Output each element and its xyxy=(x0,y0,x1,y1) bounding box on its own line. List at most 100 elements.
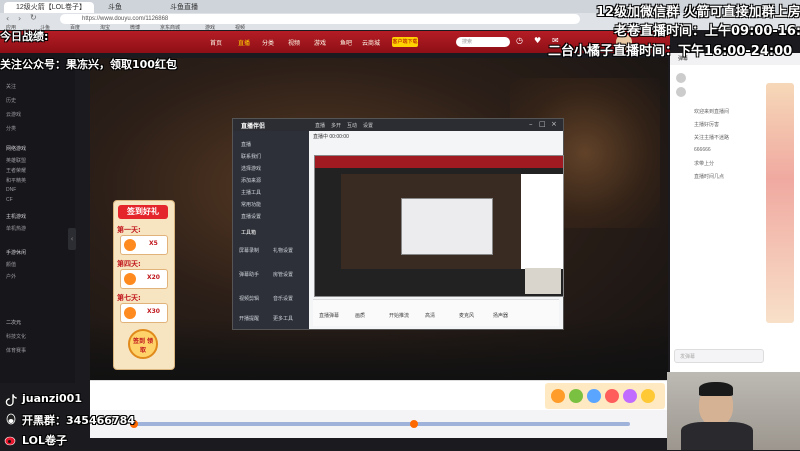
sign-day-label: 第七天: xyxy=(117,294,141,302)
browser-tab[interactable]: 斗鱼直播 xyxy=(158,2,218,13)
sign-in-button[interactable]: 签到 领取 xyxy=(128,329,158,359)
nav-fishbar[interactable]: 鱼吧 xyxy=(340,38,352,47)
room-info-bar xyxy=(90,410,668,438)
tool-item[interactable]: 礼物设置 xyxy=(273,247,293,254)
nav-category[interactable]: 分类 xyxy=(262,38,274,47)
browser-tab[interactable]: 斗鱼 xyxy=(96,2,156,13)
webcam-feed xyxy=(667,372,800,450)
minimize-icon[interactable]: – xyxy=(529,120,533,128)
toolbar-speaker[interactable]: 扬声器 xyxy=(493,312,508,319)
nav-games[interactable]: 游戏 xyxy=(314,38,326,47)
app-menu-item[interactable]: 设置 xyxy=(363,122,373,129)
sidebar-item[interactable]: 颜值 xyxy=(6,261,16,268)
tool-item[interactable]: 更多工具 xyxy=(273,315,293,322)
toolbar-hd[interactable]: 高清 xyxy=(425,312,435,319)
sidebar-item[interactable]: 主机游戏 xyxy=(6,213,26,220)
sidebar-item[interactable]: 历史 xyxy=(6,97,16,104)
maximize-icon[interactable]: □ xyxy=(539,120,546,128)
nav-home[interactable]: 首页 xyxy=(210,38,222,47)
sign-day-label: 第四天: xyxy=(117,260,141,268)
app-side-item[interactable]: 选择游戏 xyxy=(241,165,261,172)
sidebar-item[interactable]: 王者荣耀 xyxy=(6,167,26,174)
chat-message: 666666 xyxy=(694,147,711,153)
bookmark[interactable]: 游戏 xyxy=(205,24,215,31)
tool-item[interactable]: 房管设置 xyxy=(273,271,293,278)
gift-icon xyxy=(124,307,136,319)
toolbar-mic[interactable]: 麦克风 xyxy=(459,312,474,319)
gift-item-icon[interactable] xyxy=(569,389,583,403)
app-menu-item[interactable]: 多开 xyxy=(331,122,341,129)
back-icon[interactable]: ‹ xyxy=(6,14,9,23)
tiktok-icon xyxy=(4,392,18,407)
gift-bar xyxy=(90,380,668,411)
toolbar-danmu[interactable]: 直播弹幕 xyxy=(319,312,339,319)
bookmark[interactable]: 视频 xyxy=(235,24,245,31)
app-bottom-toolbar: 直播弹幕 画质 开始推流 高清 麦克风 扬声器 xyxy=(313,299,559,326)
sign-card-title: 签到好礼 xyxy=(118,205,168,219)
app-status-text: 直播中 00:00:00 xyxy=(313,134,349,140)
left-sidebar: 关注 历史 云游戏 分类 网络游戏 英雄联盟 王者荣耀 和平精英 DNF CF … xyxy=(0,53,76,383)
sidebar-item[interactable]: 分类 xyxy=(6,125,16,132)
app-side-item[interactable]: 直播设置 xyxy=(241,213,261,220)
sidebar-item[interactable]: 和平精英 xyxy=(6,177,26,184)
overlay-weibo-name: LOL卷子 xyxy=(22,434,67,447)
sidebar-item[interactable]: 二次元 xyxy=(6,319,21,326)
qq-icon xyxy=(4,412,18,426)
reload-icon[interactable]: ↻ xyxy=(30,13,37,22)
nav-shop[interactable]: 云商城 xyxy=(362,38,380,47)
app-side-item[interactable]: 主播工具 xyxy=(241,189,261,196)
sidebar-item[interactable]: 单机热游 xyxy=(6,225,26,232)
preview-app-window xyxy=(401,198,493,255)
toolbar-start-stream[interactable]: 开始推流 xyxy=(389,312,409,319)
chat-message: 主播好厉害 xyxy=(694,122,720,128)
download-button[interactable]: 客户端下载 xyxy=(392,37,418,47)
preview-chat xyxy=(521,174,563,269)
gift-item-icon[interactable] xyxy=(551,389,565,403)
sidebar-collapse-button[interactable]: ‹ xyxy=(68,228,76,250)
browser-tab[interactable]: 12级火箭【LOL卷子】 xyxy=(4,2,94,13)
sidebar-item[interactable]: 网络游戏 xyxy=(6,145,26,152)
tool-item[interactable]: 视频剪辑 xyxy=(239,295,259,302)
nav-live[interactable]: 直播 xyxy=(238,38,250,47)
forward-icon[interactable]: › xyxy=(18,14,21,23)
sidebar-item[interactable]: DNF xyxy=(6,187,16,193)
overlay-wechat-group: 12级加微信群 火箭可直接加群上房管 xyxy=(596,5,800,20)
follow-icon[interactable]: ♥ xyxy=(534,36,541,45)
sidebar-item[interactable]: 云游戏 xyxy=(6,111,21,118)
app-menu-item[interactable]: 直播 xyxy=(315,122,325,129)
toolbar-quality[interactable]: 画质 xyxy=(355,312,365,319)
nav-video[interactable]: 视频 xyxy=(288,38,300,47)
sidebar-item[interactable]: 科技文化 xyxy=(6,333,26,340)
bookmark[interactable]: 微博 xyxy=(130,24,140,31)
sign-gift-box: X5 xyxy=(120,235,168,255)
sidebar-item[interactable]: 手游休闲 xyxy=(6,249,26,256)
sidebar-item[interactable]: 户外 xyxy=(6,273,16,280)
search-input[interactable]: 搜索 xyxy=(456,37,510,47)
gift-icon xyxy=(124,273,136,285)
promo-banner[interactable] xyxy=(766,83,794,323)
chat-input[interactable]: 发弹幕 xyxy=(674,349,764,363)
sidebar-item[interactable]: 体育赛事 xyxy=(6,347,26,354)
history-icon[interactable]: ◷ xyxy=(516,36,523,45)
app-menu-item[interactable]: 互动 xyxy=(347,122,357,129)
bookmark[interactable]: 京东商城 xyxy=(160,24,180,31)
gift-item-icon[interactable] xyxy=(641,389,655,403)
close-icon[interactable]: × xyxy=(551,120,557,128)
app-side-item[interactable]: 常用功能 xyxy=(241,201,261,208)
gift-item-icon[interactable] xyxy=(605,389,619,403)
address-bar[interactable]: https://www.douyu.com/1126868 xyxy=(60,14,580,24)
gift-item-icon[interactable] xyxy=(587,389,601,403)
app-side-item[interactable]: 联系我们 xyxy=(241,153,261,160)
app-side-item[interactable]: 直播 xyxy=(241,141,251,148)
app-side-item[interactable]: 添加来源 xyxy=(241,177,261,184)
tool-item[interactable]: 弹幕助手 xyxy=(239,271,259,278)
bookmark[interactable]: 淘宝 xyxy=(100,24,110,31)
sidebar-item[interactable]: 英雄联盟 xyxy=(6,157,26,164)
sidebar-item[interactable]: 关注 xyxy=(6,83,16,90)
bookmark[interactable]: 百度 xyxy=(70,24,80,31)
gift-item-icon[interactable] xyxy=(623,389,637,403)
sidebar-item[interactable]: CF xyxy=(6,197,13,203)
tool-item[interactable]: 屏幕录制 xyxy=(239,247,259,254)
tool-item[interactable]: 开播提醒 xyxy=(239,315,259,322)
tool-item[interactable]: 音乐设置 xyxy=(273,295,293,302)
